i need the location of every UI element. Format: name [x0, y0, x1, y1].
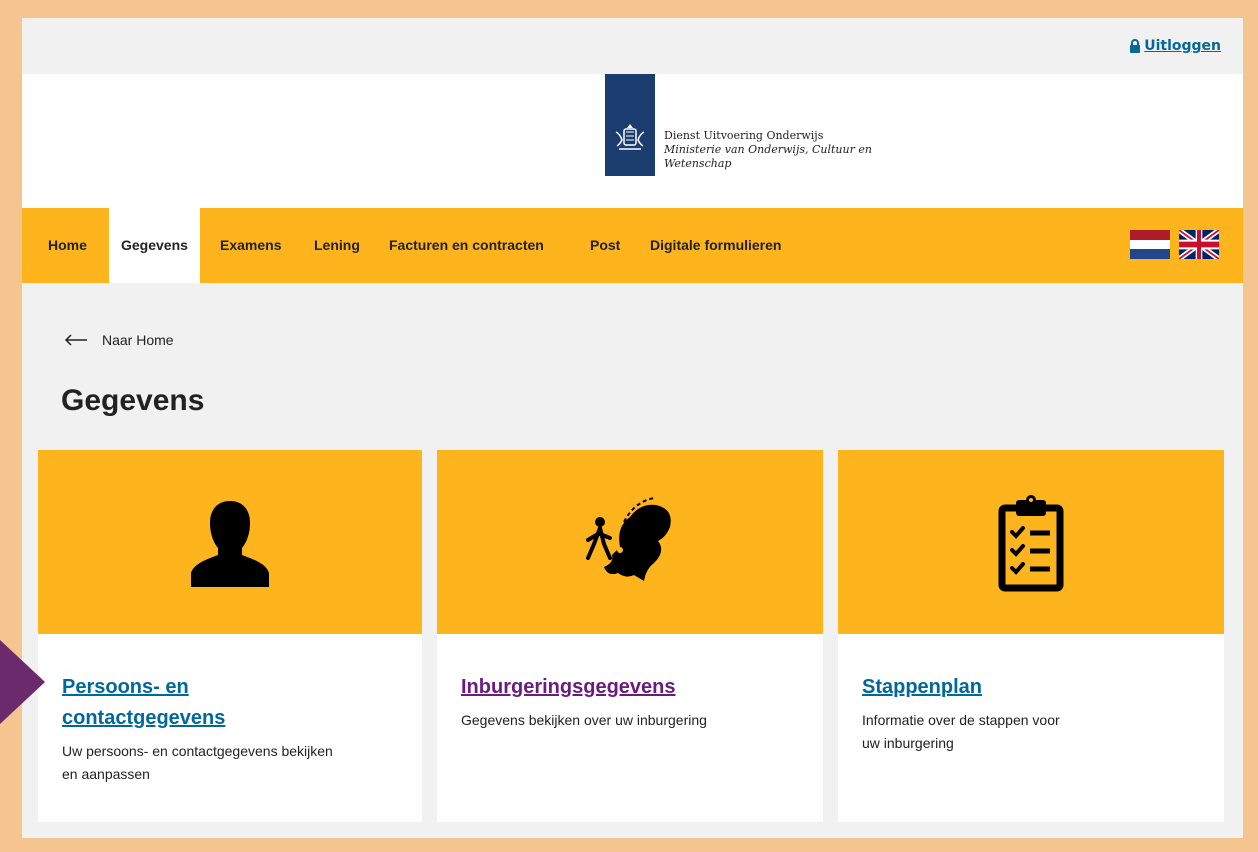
nav-item-facturen[interactable]: Facturen en contracten [383, 208, 550, 283]
card-desc-line-1: Gegevens bekijken over uw inburgering [461, 712, 707, 728]
ministry-line-2: Wetenschap [664, 157, 732, 170]
lock-icon [1130, 39, 1141, 53]
arrow-left-icon [64, 334, 87, 346]
language-switcher [1130, 230, 1219, 259]
card-title-line-1: Inburgeringsgegevens [461, 676, 676, 698]
card-link-inburgeringsgegevens[interactable]: Inburgeringsgegevens [461, 672, 799, 703]
card-inburgeringsgegevens[interactable]: Inburgeringsgegevens Gegevens bekijken o… [437, 450, 823, 822]
card-image [838, 450, 1224, 634]
card-stappenplan[interactable]: Stappenplan Informatie over de stappen v… [838, 450, 1224, 822]
top-bar: Uitloggen [22, 18, 1243, 74]
card-link-stappenplan[interactable]: Stappenplan [862, 672, 1200, 703]
card-description: Uw persoons- en contactgegevens bekijken… [62, 740, 398, 786]
dutch-flag-icon[interactable] [1130, 230, 1170, 259]
page-frame: Uitloggen Dienst Uitvoering Onderwijs Mi… [22, 18, 1243, 838]
person-icon [191, 501, 269, 587]
card-desc-line-2: uw inburgering [862, 735, 954, 751]
card-desc-line-2: en aanpassen [62, 766, 150, 782]
page-title: Gegevens [61, 384, 205, 417]
back-link[interactable]: Naar Home [64, 332, 174, 348]
card-description: Gegevens bekijken over uw inburgering [461, 709, 799, 732]
card-link-persoonsgegevens[interactable]: Persoons- en contactgegevens [62, 672, 398, 734]
nav-item-post[interactable]: Post [584, 208, 626, 283]
card-desc-line-1: Informatie over de stappen voor [862, 712, 1060, 728]
organization-name: Dienst Uitvoering Onderwijs Ministerie v… [664, 129, 884, 171]
ministry-line-1: Ministerie van Onderwijs, Cultuur en [664, 143, 872, 156]
site-header: Dienst Uitvoering Onderwijs Ministerie v… [22, 74, 1243, 208]
nav-item-digitale-formulieren[interactable]: Digitale formulieren [644, 208, 787, 283]
card-description: Informatie over de stappen voor uw inbur… [862, 709, 1200, 755]
integration-map-icon [586, 497, 671, 581]
card-image [38, 450, 422, 634]
nav-item-home[interactable]: Home [42, 208, 93, 283]
org-name: Dienst Uitvoering Onderwijs [664, 129, 824, 142]
nav-item-lening[interactable]: Lening [308, 208, 366, 283]
clipboard-checklist-icon [998, 495, 1064, 592]
highlight-pointer-arrow [0, 640, 45, 724]
card-desc-line-1: Uw persoons- en contactgegevens bekijken [62, 743, 333, 759]
logout-link[interactable]: Uitloggen [1129, 38, 1221, 54]
logout-label: Uitloggen [1144, 38, 1221, 54]
card-image [437, 450, 823, 634]
nav-item-examens[interactable]: Examens [214, 208, 287, 283]
government-logo[interactable] [605, 74, 655, 176]
card-title-line-2: contactgegevens [62, 707, 226, 729]
card-title-line-1: Persoons- en [62, 676, 189, 698]
card-title-line-1: Stappenplan [862, 676, 983, 698]
nav-item-gegevens[interactable]: Gegevens [109, 208, 200, 283]
main-navigation: Home Gegevens Examens Lening Facturen en… [22, 208, 1243, 283]
back-link-label: Naar Home [102, 332, 174, 348]
coat-of-arms-icon [615, 124, 645, 150]
card-persoonsgegevens[interactable]: Persoons- en contactgegevens Uw persoons… [38, 450, 422, 822]
uk-flag-icon[interactable] [1179, 230, 1219, 259]
